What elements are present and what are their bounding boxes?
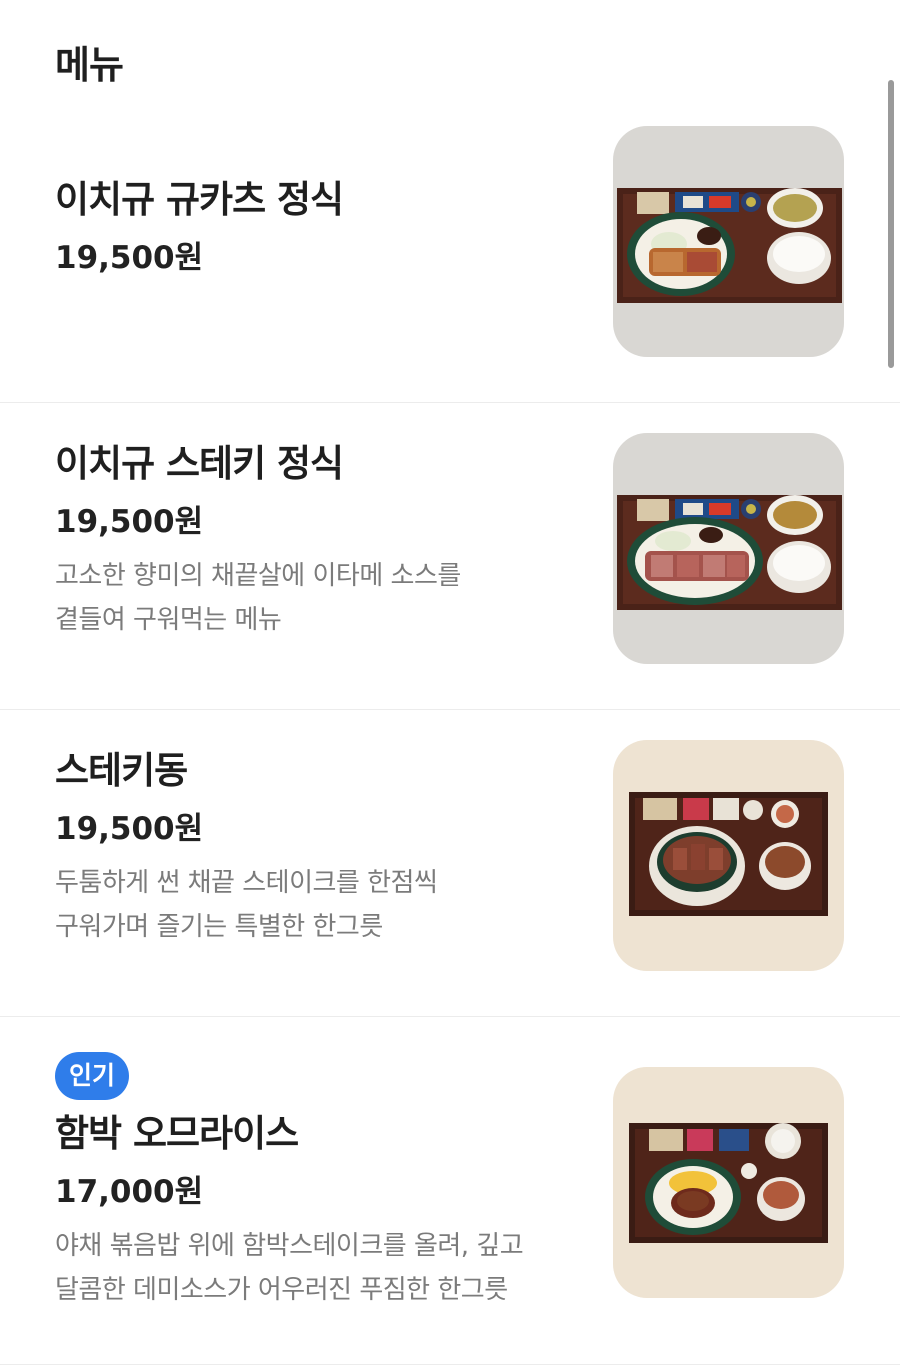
hamburg-omurice-photo[interactable] (613, 1067, 844, 1298)
menu-page: 메뉴 이치규 규카츠 정식 19,500원 이치규 스테키 정식 19,500원… (0, 0, 900, 1370)
menu-item-text: 스테키동 19,500원 두툼하게 썬 채끝 스테이크를 한점씩 구워가며 즐기… (55, 745, 570, 949)
menu-item-description: 고소한 향미의 채끝살에 이타메 소스를 곁들여 구워먹는 메뉴 (55, 561, 461, 635)
menu-item-name: 이치규 규카츠 정식 (55, 178, 344, 221)
menu-list: 이치규 규카츠 정식 19,500원 이치규 스테키 정식 19,500원 고소… (0, 96, 900, 1365)
menu-item-description: 두툼하게 썬 채끝 스테이크를 한점씩 구워가며 즐기는 특별한 한그릇 (55, 868, 438, 942)
gyukatsu-set-photo[interactable] (613, 126, 844, 357)
hamburg-omurice-photo-graphic (613, 1067, 844, 1298)
menu-item-price: 17,000원 (55, 1174, 204, 1210)
menu-item[interactable]: 스테키동 19,500원 두툼하게 썬 채끝 스테이크를 한점씩 구워가며 즐기… (0, 710, 900, 1017)
menu-item-name: 스테키동 (55, 749, 188, 792)
steak-don-photo[interactable] (613, 740, 844, 971)
menu-item-price: 19,500원 (55, 811, 204, 847)
menu-item-price: 19,500원 (55, 504, 204, 540)
menu-item-name: 이치규 스테키 정식 (55, 442, 344, 485)
section-title: 메뉴 (55, 43, 124, 87)
steak-set-photo[interactable] (613, 433, 844, 664)
menu-item[interactable]: 이치규 규카츠 정식 19,500원 (0, 96, 900, 403)
menu-item[interactable]: 이치규 스테키 정식 19,500원 고소한 향미의 채끝살에 이타메 소스를 … (0, 403, 900, 710)
menu-item-price: 19,500원 (55, 240, 204, 276)
menu-item-name: 함박 오므라이스 (55, 1112, 299, 1155)
menu-item-description: 야채 볶음밥 위에 함박스테이크를 올려, 깊고 달콤한 데미소스가 어우러진 … (55, 1231, 524, 1305)
menu-item-text: 이치규 규카츠 정식 19,500원 (55, 174, 570, 282)
menu-item[interactable]: 인기 함박 오므라이스 17,000원 야채 볶음밥 위에 함박스테이크를 올려… (0, 1017, 900, 1365)
steak-set-photo-graphic (613, 433, 844, 664)
gyukatsu-set-photo-graphic (613, 126, 844, 357)
menu-item-text: 인기 함박 오므라이스 17,000원 야채 볶음밥 위에 함박스테이크를 올려… (55, 1052, 570, 1312)
menu-item-text: 이치규 스테키 정식 19,500원 고소한 향미의 채끝살에 이타메 소스를 … (55, 438, 570, 642)
popular-badge: 인기 (55, 1052, 130, 1100)
steak-don-photo-graphic (613, 740, 844, 971)
